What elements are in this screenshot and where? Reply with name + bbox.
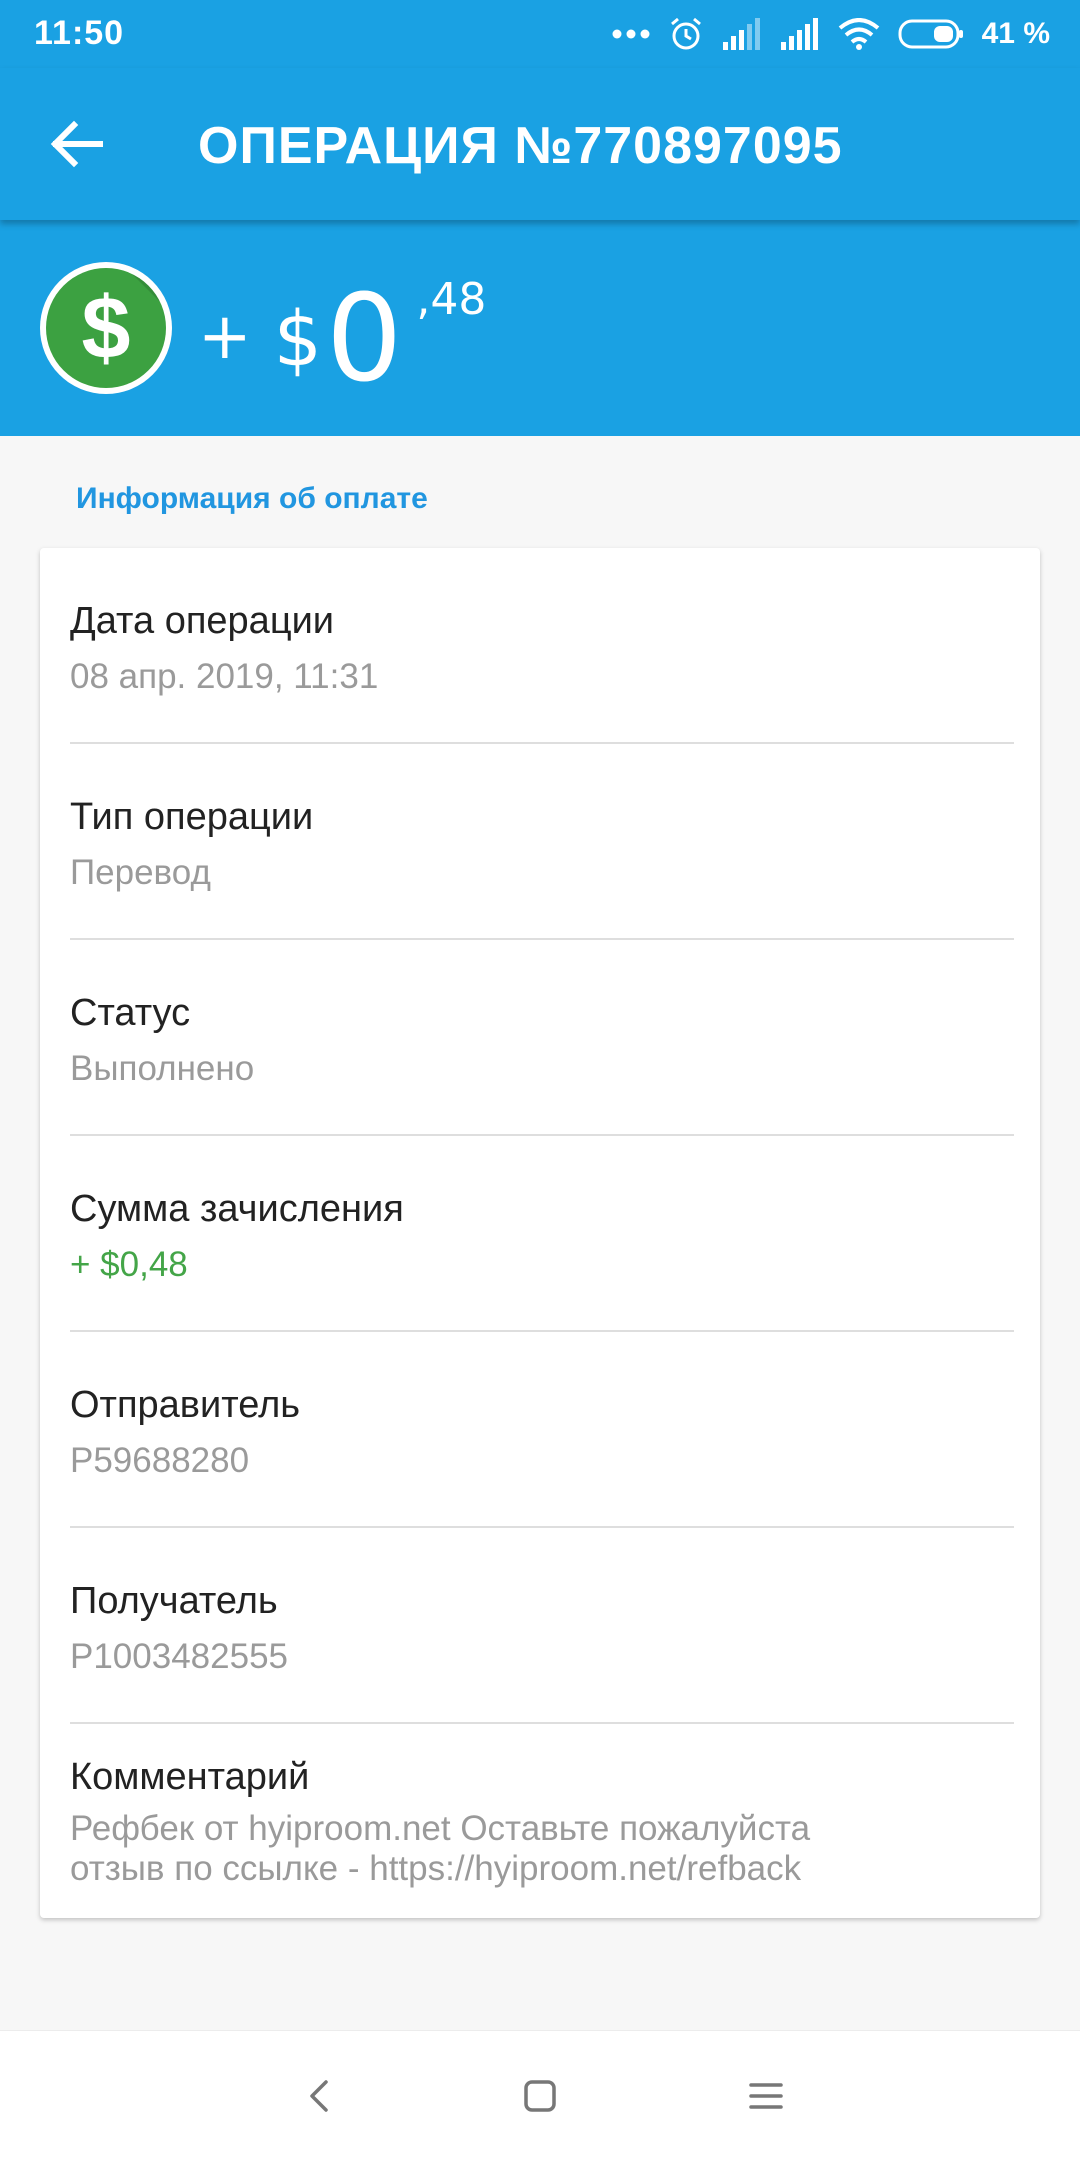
field-date: Дата операции 08 апр. 2019, 11:31 <box>70 600 1014 697</box>
amount-header: $ + $ 0 ,48 <box>0 220 1080 436</box>
field-value: Рефбек от hyiproom.net Оставьте пожалуйс… <box>70 1809 1014 1889</box>
field-value: P59688280 <box>70 1441 250 1480</box>
field-label: Комментарий <box>70 1756 310 1798</box>
field-comment: Комментарий Рефбек от hyiproom.net Остав… <box>70 1756 1014 1889</box>
dollar-glyph: $ <box>81 278 131 377</box>
field-label: Сумма зачисления <box>70 1188 404 1230</box>
back-button[interactable] <box>48 116 108 172</box>
divider <box>70 1526 1014 1528</box>
divider <box>70 1722 1014 1724</box>
comment-line: Рефбек от hyiproom.net Оставьте пожалуйс… <box>70 1809 811 1848</box>
battery-percent: 41 % <box>981 17 1050 50</box>
field-credit-amount: Сумма зачисления + $0,48 <box>70 1188 1014 1285</box>
divider <box>70 938 1014 940</box>
signal-icon <box>780 18 818 50</box>
back-nav-icon <box>310 2080 328 2112</box>
divider <box>70 1134 1014 1136</box>
field-value: 08 апр. 2019, 11:31 <box>70 657 379 696</box>
amount-fraction: ,48 <box>416 274 487 325</box>
comment-line: отзыв по ссылке - https://hyiproom.net/r… <box>70 1849 802 1888</box>
status-icons: 41 % <box>612 10 1050 58</box>
amount-display: + $ 0 ,48 <box>198 260 486 410</box>
page-title: ОПЕРАЦИЯ №770897095 <box>198 117 843 175</box>
nav-home-button[interactable] <box>520 2076 560 2116</box>
field-label: Статус <box>70 992 191 1034</box>
status-bar: 11:50 41 % <box>0 0 1080 68</box>
amount-whole: 0 <box>325 270 403 409</box>
field-value: P1003482555 <box>70 1637 288 1676</box>
field-label: Получатель <box>70 1580 278 1622</box>
field-label: Дата операции <box>70 600 335 642</box>
alarm-icon <box>670 17 701 50</box>
signal-icon <box>722 18 760 50</box>
status-time: 11:50 <box>34 14 125 52</box>
amount-currency: $ <box>273 294 322 383</box>
nav-back-button[interactable] <box>300 2076 340 2116</box>
payment-info-card: Дата операции 08 апр. 2019, 11:31 Тип оп… <box>40 548 1040 1918</box>
amount-sign: + <box>198 300 252 374</box>
more-dots-icon <box>612 29 650 39</box>
navigation-bar <box>0 2030 1080 2161</box>
app-bar: ОПЕРАЦИЯ №770897095 <box>0 68 1080 220</box>
dollar-icon: $ <box>40 262 172 394</box>
field-status: Статус Выполнено <box>70 992 1014 1089</box>
home-nav-icon <box>524 2080 556 2112</box>
field-recipient: Получатель P1003482555 <box>70 1580 1014 1677</box>
field-type: Тип операции Перевод <box>70 796 1014 893</box>
section-title: Информация об оплате <box>76 482 428 515</box>
battery-icon <box>898 19 963 49</box>
divider <box>70 742 1014 744</box>
field-label: Тип операции <box>70 796 314 838</box>
field-sender: Отправитель P59688280 <box>70 1384 1014 1481</box>
field-label: Отправитель <box>70 1384 301 1426</box>
arrow-left-icon <box>50 120 103 168</box>
divider <box>70 1330 1014 1332</box>
field-value: Выполнено <box>70 1049 255 1088</box>
field-value: Перевод <box>70 853 211 892</box>
nav-menu-button[interactable] <box>746 2076 786 2116</box>
wifi-icon <box>838 18 879 50</box>
menu-nav-icon <box>749 2083 783 2109</box>
field-value: + $0,48 <box>70 1245 188 1284</box>
